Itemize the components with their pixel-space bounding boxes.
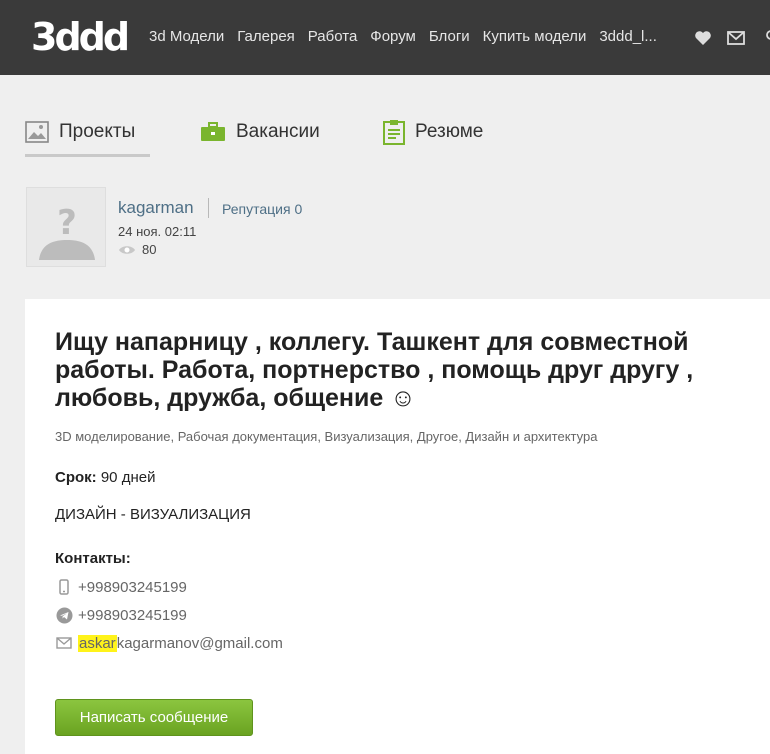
- telegram-value: +998903245199: [78, 606, 187, 624]
- email-value[interactable]: askarkagarmanov@gmail.com: [78, 634, 283, 652]
- telegram-icon: [56, 607, 72, 623]
- nav-item-blogs[interactable]: Блоги: [429, 28, 470, 45]
- email-highlight: askar: [78, 634, 117, 652]
- image-icon: [25, 121, 49, 143]
- tab-vacancies[interactable]: Вакансии: [200, 117, 320, 147]
- email-rest: kagarmanov@gmail.com: [116, 634, 283, 652]
- post-term: Срок: 90 дней: [55, 469, 155, 486]
- avatar[interactable]: ?: [26, 187, 106, 267]
- active-tab-indicator: [25, 154, 150, 157]
- post-date: 24 ноя. 02:11: [118, 224, 197, 239]
- nav-item-buy-models[interactable]: Купить модели: [483, 28, 587, 45]
- top-navigation-bar: 3ddd 3d Модели Галерея Работа Форум Блог…: [0, 0, 770, 75]
- nav-item-work[interactable]: Работа: [308, 28, 358, 45]
- post-card: Ищу напарницу , коллегу. Ташкент для сов…: [25, 299, 770, 754]
- tab-projects-label: Проекты: [59, 121, 136, 142]
- tab-resume[interactable]: Резюме: [383, 117, 483, 147]
- envelope-icon: [56, 637, 72, 649]
- contact-phone: +998903245199: [55, 578, 187, 596]
- term-value: 90 дней: [100, 469, 156, 486]
- nav-item-3ddd-more[interactable]: 3ddd_l...: [599, 28, 657, 45]
- contacts-title: Контакты:: [55, 550, 131, 567]
- send-message-button[interactable]: Написать сообщение: [55, 699, 253, 736]
- clipboard-icon: [383, 120, 405, 145]
- main-nav: 3d Модели Галерея Работа Форум Блоги Куп…: [149, 28, 670, 45]
- post-title: Ищу напарницу , коллегу. Ташкент для сов…: [55, 328, 694, 412]
- briefcase-icon: [201, 122, 225, 141]
- author-name-link[interactable]: kagarman: [118, 198, 194, 218]
- section-tabs: Проекты Вакансии Резюме: [25, 117, 525, 157]
- view-count: 80: [118, 242, 156, 257]
- tab-resume-label: Резюме: [415, 121, 484, 142]
- phone-icon: [59, 579, 69, 595]
- site-logo[interactable]: 3ddd: [31, 14, 130, 60]
- post-categories: 3D моделирование, Рабочая документация, …: [55, 429, 598, 444]
- contact-telegram: +998903245199: [55, 606, 187, 624]
- reputation-link[interactable]: Репутация 0: [222, 201, 302, 217]
- post-description: ДИЗАЙН - ВИЗУАЛИЗАЦИЯ: [55, 506, 251, 523]
- nav-item-forum[interactable]: Форум: [370, 28, 416, 45]
- default-avatar-icon: ?: [27, 188, 105, 266]
- user-icon[interactable]: [762, 30, 770, 46]
- tab-projects[interactable]: Проекты: [25, 117, 135, 147]
- contact-email: askarkagarmanov@gmail.com: [55, 634, 283, 652]
- term-label: Срок:: [55, 469, 97, 486]
- mail-icon[interactable]: [727, 30, 745, 46]
- tab-vacancies-label: Вакансии: [236, 121, 320, 142]
- nav-item-3d-models[interactable]: 3d Модели: [149, 28, 224, 45]
- views-value: 80: [142, 242, 157, 257]
- svg-text:?: ?: [57, 203, 77, 243]
- phone-value: +998903245199: [78, 578, 187, 596]
- eye-icon: [119, 245, 135, 254]
- nav-item-gallery[interactable]: Галерея: [237, 28, 295, 45]
- divider: [208, 198, 209, 218]
- heart-icon[interactable]: [694, 30, 712, 46]
